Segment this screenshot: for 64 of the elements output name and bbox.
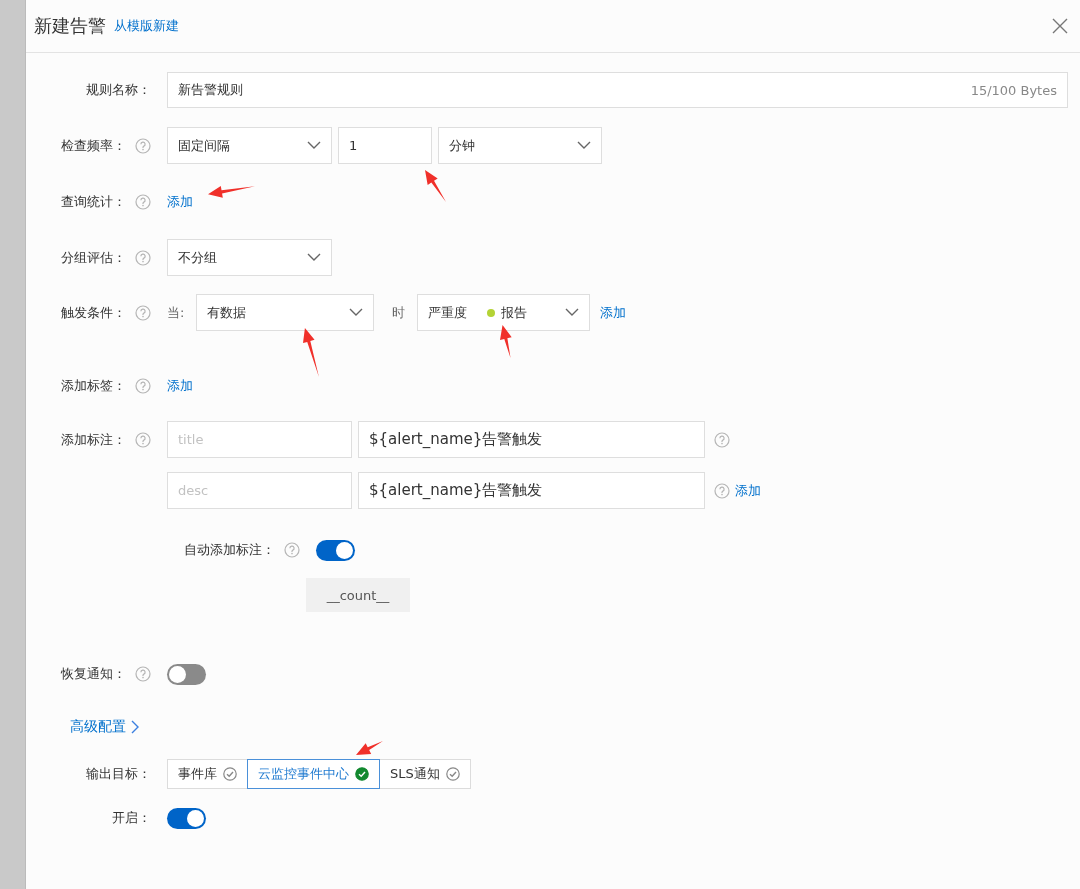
advanced-settings-link[interactable]: 高级配置 bbox=[70, 718, 126, 736]
template-link[interactable]: 从模版新建 bbox=[114, 17, 179, 35]
field-label: 开启： bbox=[112, 809, 151, 827]
dialog-title: 新建告警 bbox=[34, 14, 106, 38]
enable-toggle[interactable] bbox=[167, 807, 206, 829]
annotation-key-field[interactable]: desc bbox=[167, 472, 352, 509]
field-label: 检查频率： bbox=[61, 136, 126, 155]
add-link[interactable]: 添加 bbox=[167, 377, 193, 395]
severity-select[interactable]: 严重度 报告 bbox=[417, 294, 591, 331]
field-label: 输出目标： bbox=[86, 765, 151, 783]
annotation-tag: __count__ bbox=[306, 578, 410, 612]
auto-annotation-toggle[interactable] bbox=[316, 539, 355, 561]
when-label: 当: bbox=[167, 303, 185, 322]
rule-name-field[interactable]: 新告警规则 15/100 Bytes bbox=[167, 72, 1068, 108]
field-label: 规则名称： bbox=[86, 81, 151, 99]
check-circle-icon bbox=[223, 767, 237, 781]
condition-select[interactable]: 有数据 bbox=[196, 294, 375, 331]
annotation-arrow bbox=[356, 741, 383, 755]
field-label: 恢复通知： bbox=[61, 665, 126, 683]
output-target-option[interactable]: 云监控事件中心 bbox=[247, 759, 380, 789]
check-circle-icon bbox=[355, 767, 369, 781]
help-icon bbox=[284, 542, 300, 558]
field-label: 查询统计： bbox=[61, 193, 126, 211]
chevron-down-icon bbox=[577, 141, 591, 150]
byte-counter: 15/100 Bytes bbox=[970, 82, 1057, 98]
chevron-right-icon[interactable] bbox=[131, 720, 139, 734]
grouping-select[interactable]: 不分组 bbox=[167, 239, 332, 276]
help-icon bbox=[135, 137, 151, 154]
add-link[interactable]: 添加 bbox=[167, 193, 193, 211]
annotation-key-field[interactable]: title bbox=[167, 421, 352, 458]
chevron-down-icon bbox=[565, 308, 580, 317]
add-link[interactable]: 添加 bbox=[600, 303, 627, 322]
field-label: 自动添加标注： bbox=[184, 541, 275, 559]
check-circle-icon bbox=[445, 767, 460, 781]
mode-select[interactable]: 固定间隔 bbox=[167, 127, 332, 164]
help-icon bbox=[135, 378, 151, 394]
help-icon bbox=[135, 249, 151, 266]
chevron-down-icon bbox=[307, 141, 321, 150]
field-label: 添加标签： bbox=[61, 377, 126, 395]
annotation-arrow bbox=[208, 185, 255, 198]
field-label: 分组评估： bbox=[61, 248, 126, 267]
field-label: 触发条件： bbox=[61, 303, 126, 322]
field-label: 添加标注： bbox=[61, 430, 126, 449]
unit-select[interactable]: 分钟 bbox=[438, 127, 602, 164]
output-target-option[interactable]: SLS通知 bbox=[379, 759, 471, 789]
help-icon bbox=[714, 482, 730, 499]
help-icon bbox=[135, 304, 151, 321]
close-icon[interactable] bbox=[1052, 18, 1068, 34]
annotation-arrow bbox=[425, 170, 446, 202]
annotation-value-field[interactable]: ${alert_name}告警触发 bbox=[358, 421, 705, 458]
help-icon bbox=[135, 431, 151, 448]
chevron-down-icon bbox=[349, 308, 364, 317]
help-icon bbox=[714, 431, 730, 448]
annotation-arrow bbox=[303, 328, 319, 377]
help-icon bbox=[135, 666, 151, 682]
help-icon bbox=[135, 194, 151, 210]
annotation-arrow bbox=[500, 325, 513, 358]
annotation-value-field[interactable]: ${alert_name}告警触发 bbox=[358, 472, 705, 509]
output-target-option[interactable]: 事件库 bbox=[167, 759, 248, 789]
recovery-toggle[interactable] bbox=[167, 663, 206, 685]
chevron-down-icon bbox=[307, 253, 321, 262]
time-label: 时 bbox=[392, 303, 406, 322]
interval-field[interactable]: 1 bbox=[338, 127, 432, 164]
add-link[interactable]: 添加 bbox=[735, 481, 761, 500]
